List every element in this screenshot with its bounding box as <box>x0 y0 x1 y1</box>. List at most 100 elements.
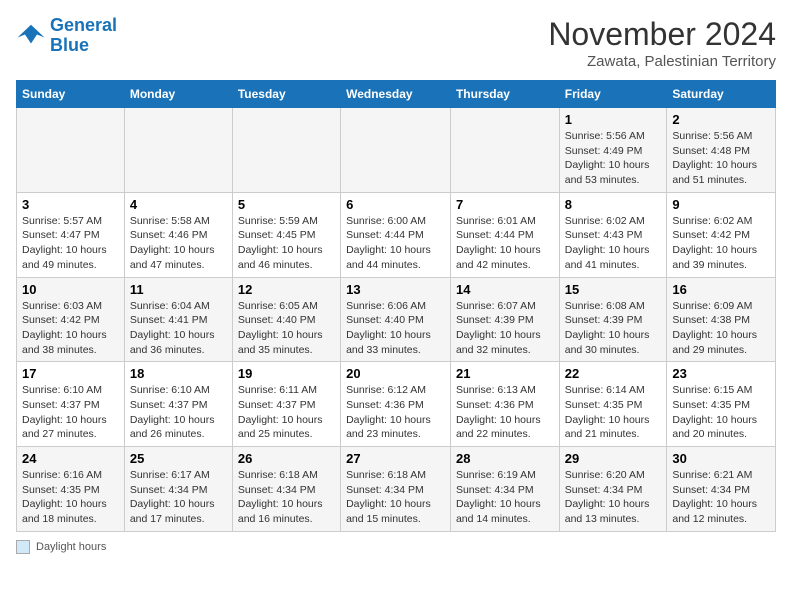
calendar-header-wednesday: Wednesday <box>341 81 451 108</box>
day-info: Sunrise: 6:20 AM Sunset: 4:34 PM Dayligh… <box>565 468 662 527</box>
day-info: Sunrise: 6:08 AM Sunset: 4:39 PM Dayligh… <box>565 299 662 358</box>
calendar-cell: 13 Sunrise: 6:06 AM Sunset: 4:40 PM Dayli… <box>341 277 451 362</box>
day-number: 7 <box>456 197 554 212</box>
calendar-cell: 23 Sunrise: 6:15 AM Sunset: 4:35 PM Dayli… <box>667 362 776 447</box>
calendar-week-row: 17 Sunrise: 6:10 AM Sunset: 4:37 PM Dayli… <box>17 362 776 447</box>
day-number: 21 <box>456 366 554 381</box>
day-number: 29 <box>565 451 662 466</box>
calendar-cell: 16Sunrise: 6:09 AM Sunset: 4:38 PM Dayli… <box>667 277 776 362</box>
calendar-cell: 17 Sunrise: 6:10 AM Sunset: 4:37 PM Dayli… <box>17 362 125 447</box>
footer: Daylight hours <box>16 540 776 554</box>
calendar-cell: 14 Sunrise: 6:07 AM Sunset: 4:39 PM Dayli… <box>450 277 559 362</box>
day-number: 3 <box>22 197 119 212</box>
day-number: 20 <box>346 366 445 381</box>
calendar-cell <box>124 108 232 193</box>
calendar-cell: 2 Sunrise: 5:56 AM Sunset: 4:48 PM Daylig… <box>667 108 776 193</box>
calendar-cell: 18 Sunrise: 6:10 AM Sunset: 4:37 PM Dayli… <box>124 362 232 447</box>
day-info: Sunrise: 6:05 AM Sunset: 4:40 PM Dayligh… <box>238 299 335 358</box>
day-info: Sunrise: 6:04 AM Sunset: 4:41 PM Dayligh… <box>130 299 227 358</box>
day-info: Sunrise: 6:06 AM Sunset: 4:40 PM Dayligh… <box>346 299 445 358</box>
calendar-cell: 11Sunrise: 6:04 AM Sunset: 4:41 PM Dayli… <box>124 277 232 362</box>
day-number: 17 <box>22 366 119 381</box>
logo-text: General Blue <box>50 16 117 56</box>
day-info: Sunrise: 5:56 AM Sunset: 4:49 PM Dayligh… <box>565 129 662 188</box>
calendar-header-thursday: Thursday <box>450 81 559 108</box>
logo: General Blue <box>16 16 117 56</box>
day-info: Sunrise: 6:13 AM Sunset: 4:36 PM Dayligh… <box>456 383 554 442</box>
logo-icon <box>16 21 46 51</box>
day-number: 22 <box>565 366 662 381</box>
page-subtitle: Zawata, Palestinian Territory <box>548 53 776 70</box>
day-number: 18 <box>130 366 227 381</box>
day-info: Sunrise: 6:16 AM Sunset: 4:35 PM Dayligh… <box>22 468 119 527</box>
calendar-cell: 10 Sunrise: 6:03 AM Sunset: 4:42 PM Dayli… <box>17 277 125 362</box>
calendar-cell <box>450 108 559 193</box>
day-info: Sunrise: 6:07 AM Sunset: 4:39 PM Dayligh… <box>456 299 554 358</box>
day-number: 28 <box>456 451 554 466</box>
calendar-cell: 19 Sunrise: 6:11 AM Sunset: 4:37 PM Dayli… <box>232 362 340 447</box>
day-info: Sunrise: 6:10 AM Sunset: 4:37 PM Dayligh… <box>22 383 119 442</box>
day-number: 23 <box>672 366 770 381</box>
day-info: Sunrise: 6:17 AM Sunset: 4:34 PM Dayligh… <box>130 468 227 527</box>
day-info: Sunrise: 6:11 AM Sunset: 4:37 PM Dayligh… <box>238 383 335 442</box>
day-info: Sunrise: 6:00 AM Sunset: 4:44 PM Dayligh… <box>346 214 445 273</box>
day-number: 27 <box>346 451 445 466</box>
day-info: Sunrise: 6:02 AM Sunset: 4:43 PM Dayligh… <box>565 214 662 273</box>
day-number: 1 <box>565 112 662 127</box>
calendar-week-row: 1 Sunrise: 5:56 AM Sunset: 4:49 PM Daylig… <box>17 108 776 193</box>
calendar-cell: 5Sunrise: 5:59 AM Sunset: 4:45 PM Daylig… <box>232 192 340 277</box>
day-info: Sunrise: 6:19 AM Sunset: 4:34 PM Dayligh… <box>456 468 554 527</box>
day-info: Sunrise: 6:10 AM Sunset: 4:37 PM Dayligh… <box>130 383 227 442</box>
day-number: 15 <box>565 282 662 297</box>
footer-legend-box <box>16 540 30 554</box>
day-number: 30 <box>672 451 770 466</box>
day-number: 5 <box>238 197 335 212</box>
calendar-cell: 3 Sunrise: 5:57 AM Sunset: 4:47 PM Daylig… <box>17 192 125 277</box>
calendar-cell: 27Sunrise: 6:18 AM Sunset: 4:34 PM Dayli… <box>341 447 451 532</box>
calendar-week-row: 3 Sunrise: 5:57 AM Sunset: 4:47 PM Daylig… <box>17 192 776 277</box>
calendar-cell: 12Sunrise: 6:05 AM Sunset: 4:40 PM Dayli… <box>232 277 340 362</box>
calendar-cell: 24 Sunrise: 6:16 AM Sunset: 4:35 PM Dayli… <box>17 447 125 532</box>
calendar-table: SundayMondayTuesdayWednesdayThursdayFrid… <box>16 80 776 532</box>
day-number: 4 <box>130 197 227 212</box>
day-info: Sunrise: 6:18 AM Sunset: 4:34 PM Dayligh… <box>238 468 335 527</box>
day-info: Sunrise: 5:57 AM Sunset: 4:47 PM Dayligh… <box>22 214 119 273</box>
calendar-cell: 9Sunrise: 6:02 AM Sunset: 4:42 PM Daylig… <box>667 192 776 277</box>
day-number: 14 <box>456 282 554 297</box>
calendar-cell <box>17 108 125 193</box>
day-number: 2 <box>672 112 770 127</box>
day-number: 8 <box>565 197 662 212</box>
day-number: 24 <box>22 451 119 466</box>
calendar-week-row: 10 Sunrise: 6:03 AM Sunset: 4:42 PM Dayli… <box>17 277 776 362</box>
calendar-header-row: SundayMondayTuesdayWednesdayThursdayFrid… <box>17 81 776 108</box>
day-number: 25 <box>130 451 227 466</box>
day-info: Sunrise: 6:14 AM Sunset: 4:35 PM Dayligh… <box>565 383 662 442</box>
calendar-week-row: 24 Sunrise: 6:16 AM Sunset: 4:35 PM Dayli… <box>17 447 776 532</box>
calendar-header-friday: Friday <box>559 81 667 108</box>
day-info: Sunrise: 6:21 AM Sunset: 4:34 PM Dayligh… <box>672 468 770 527</box>
day-number: 26 <box>238 451 335 466</box>
calendar-cell: 8 Sunrise: 6:02 AM Sunset: 4:43 PM Daylig… <box>559 192 667 277</box>
day-number: 16 <box>672 282 770 297</box>
calendar-cell <box>341 108 451 193</box>
calendar-cell: 1 Sunrise: 5:56 AM Sunset: 4:49 PM Daylig… <box>559 108 667 193</box>
day-info: Sunrise: 6:01 AM Sunset: 4:44 PM Dayligh… <box>456 214 554 273</box>
page-title: November 2024 <box>548 16 776 53</box>
day-info: Sunrise: 6:02 AM Sunset: 4:42 PM Dayligh… <box>672 214 770 273</box>
day-number: 13 <box>346 282 445 297</box>
day-number: 10 <box>22 282 119 297</box>
day-info: Sunrise: 6:15 AM Sunset: 4:35 PM Dayligh… <box>672 383 770 442</box>
calendar-cell: 28 Sunrise: 6:19 AM Sunset: 4:34 PM Dayli… <box>450 447 559 532</box>
calendar-header-saturday: Saturday <box>667 81 776 108</box>
day-number: 19 <box>238 366 335 381</box>
page-header: General Blue November 2024 Zawata, Pales… <box>16 16 776 70</box>
title-block: November 2024 Zawata, Palestinian Territ… <box>548 16 776 70</box>
calendar-cell: 26 Sunrise: 6:18 AM Sunset: 4:34 PM Dayli… <box>232 447 340 532</box>
calendar-cell: 30 Sunrise: 6:21 AM Sunset: 4:34 PM Dayli… <box>667 447 776 532</box>
calendar-cell: 21 Sunrise: 6:13 AM Sunset: 4:36 PM Dayli… <box>450 362 559 447</box>
calendar-header-tuesday: Tuesday <box>232 81 340 108</box>
calendar-cell: 22 Sunrise: 6:14 AM Sunset: 4:35 PM Dayli… <box>559 362 667 447</box>
day-info: Sunrise: 6:03 AM Sunset: 4:42 PM Dayligh… <box>22 299 119 358</box>
day-info: Sunrise: 5:56 AM Sunset: 4:48 PM Dayligh… <box>672 129 770 188</box>
calendar-cell <box>232 108 340 193</box>
